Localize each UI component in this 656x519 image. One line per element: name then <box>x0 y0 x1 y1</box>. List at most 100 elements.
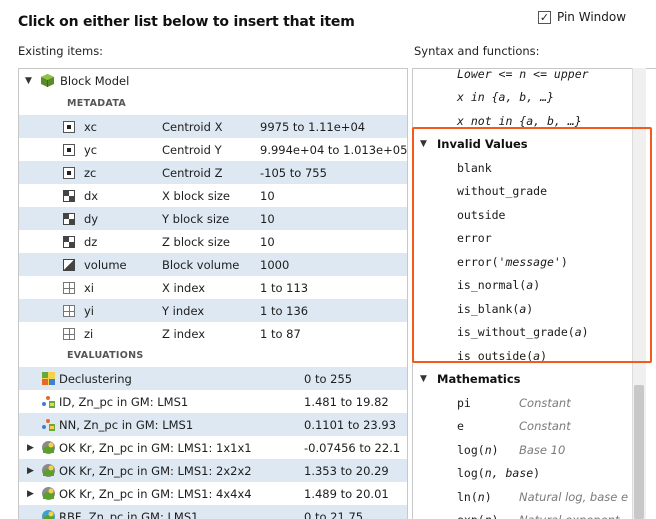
math-function-text: exp(n) <box>457 513 499 519</box>
metadata-item-4[interactable]: dy Y block size 10 <box>19 207 407 230</box>
expand-triangle-icon[interactable]: ▶ <box>27 443 34 453</box>
invalid-value-text: without_grade <box>457 184 548 199</box>
metadata-item-0[interactable]: xc Centroid X 9975 to 1.11e+04 <box>19 115 407 138</box>
evaluation-range: 0 to 21.75 <box>304 509 364 519</box>
math-function-text: log(n, base) <box>457 466 541 481</box>
evaluation-item-6[interactable]: RBF, Zn_pc in GM: LMS1 0 to 21.75 <box>19 505 407 519</box>
syntax-item-0[interactable]: Lower <= n <= upper <box>413 68 643 86</box>
idw-icon <box>41 394 56 409</box>
collapse-triangle-icon[interactable]: ▼ <box>25 76 32 86</box>
metadata-item-1[interactable]: yc Centroid Y 9.994e+04 to 1.013e+05 <box>19 138 407 161</box>
pin-window-checkbox[interactable]: ✓ <box>538 10 551 24</box>
invalid-value-text: error <box>457 231 492 246</box>
collapse-triangle-icon[interactable]: ▼ <box>420 374 427 384</box>
function-description: Constant <box>519 419 571 434</box>
invalid-value-item-4[interactable]: error('message') <box>413 250 643 274</box>
evaluation-item-3[interactable]: ▶ OK Kr, Zn_pc in GM: LMS1: 1x1x1 -0.07456… <box>19 436 407 459</box>
invalid-value-item-1[interactable]: without_grade <box>413 180 643 204</box>
metadata-desc: X block size <box>162 188 231 203</box>
math-function-item-0[interactable]: pi Constant <box>413 391 643 415</box>
metadata-name: dz <box>84 234 98 249</box>
metadata-header: METADATA <box>67 98 127 109</box>
index-icon <box>61 326 76 341</box>
metadata-name: yi <box>84 303 95 318</box>
metadata-range: -105 to 755 <box>260 165 327 180</box>
expand-triangle-icon[interactable]: ▶ <box>27 489 34 499</box>
metadata-item-7[interactable]: xi X index 1 to 113 <box>19 276 407 299</box>
invalid-value-item-8[interactable]: is_outside(a) <box>413 344 643 368</box>
metadata-range: 10 <box>260 211 275 226</box>
syntax-list-scroll-thumb[interactable] <box>634 385 644 519</box>
pin-window-toggle[interactable]: ✓ Pin Window <box>538 10 626 24</box>
evaluation-range: 1.489 to 20.01 <box>304 486 389 501</box>
function-description: Constant <box>519 395 571 410</box>
invalid-value-item-5[interactable]: is_normal(a) <box>413 274 643 298</box>
block-model-root[interactable]: ▼ Block Model <box>19 69 407 92</box>
evaluation-item-1[interactable]: ID, Zn_pc in GM: LMS1 1.481 to 19.82 <box>19 390 407 413</box>
metadata-desc: Y block size <box>162 211 230 226</box>
invalid-value-item-7[interactable]: is_without_grade(a) <box>413 321 643 345</box>
invalid-value-text: error('message') <box>457 254 568 269</box>
evaluation-name: OK Kr, Zn_pc in GM: LMS1: 4x4x4 <box>59 486 252 501</box>
metadata-name: zi <box>84 326 94 341</box>
invalid-value-text: outside <box>457 207 506 222</box>
evaluation-item-0[interactable]: Declustering 0 to 255 <box>19 367 407 390</box>
math-function-item-5[interactable]: exp(n) Natural exponent <box>413 509 643 519</box>
syntax-functions-list[interactable]: Lower <= n <= upper x in {a, b, …} x not i… <box>412 68 656 519</box>
invalid-value-text: is_without_grade(a) <box>457 325 589 340</box>
metadata-item-8[interactable]: yi Y index 1 to 136 <box>19 299 407 322</box>
metadata-desc: X index <box>162 280 205 295</box>
metadata-item-6[interactable]: volume Block volume 1000 <box>19 253 407 276</box>
metadata-name: zc <box>84 165 97 180</box>
metadata-range: 9975 to 1.11e+04 <box>260 119 366 134</box>
metadata-range: 1000 <box>260 257 290 272</box>
metadata-range: 1 to 136 <box>260 303 309 318</box>
evaluation-item-4[interactable]: ▶ OK Kr, Zn_pc in GM: LMS1: 2x2x2 1.353 to… <box>19 459 407 482</box>
declustering-icon <box>41 371 56 386</box>
invalid-value-item-3[interactable]: error <box>413 227 643 251</box>
evaluation-name: OK Kr, Zn_pc in GM: LMS1: 2x2x2 <box>59 463 252 478</box>
invalid-values-label: Invalid Values <box>437 137 528 152</box>
existing-items-list[interactable]: ▼ Block Model METADATA xc Centroid X 9975 … <box>18 68 408 519</box>
math-function-item-2[interactable]: log(n) Base 10 <box>413 438 643 462</box>
invalid-value-item-6[interactable]: is_blank(a) <box>413 297 643 321</box>
metadata-name: volume <box>84 257 127 272</box>
invalid-value-text: is_normal(a) <box>457 278 541 293</box>
evaluation-name: ID, Zn_pc in GM: LMS1 <box>59 394 189 409</box>
expand-triangle-icon[interactable]: ▶ <box>27 466 34 476</box>
metadata-item-3[interactable]: dx X block size 10 <box>19 184 407 207</box>
metadata-desc: Centroid Z <box>162 165 223 180</box>
metadata-desc: Centroid Y <box>162 142 222 157</box>
mathematics-header[interactable]: ▼ Mathematics <box>413 368 643 392</box>
metadata-item-9[interactable]: zi Z index 1 to 87 <box>19 322 407 345</box>
math-function-text: e <box>457 419 464 434</box>
invalid-values-header[interactable]: ▼ Invalid Values <box>413 133 643 157</box>
invalid-value-item-2[interactable]: outside <box>413 203 643 227</box>
rbf-icon <box>41 509 56 519</box>
math-function-item-4[interactable]: ln(n) Natural log, base e <box>413 485 643 509</box>
math-function-text: pi <box>457 395 471 410</box>
existing-items-label: Existing items: <box>18 44 104 58</box>
syntax-text: Lower <= n <= upper <box>457 68 589 81</box>
volume-icon <box>61 257 76 272</box>
metadata-item-5[interactable]: dz Z block size 10 <box>19 230 407 253</box>
metadata-name: yc <box>84 142 98 157</box>
metadata-desc: Y index <box>162 303 205 318</box>
evaluation-item-5[interactable]: ▶ OK Kr, Zn_pc in GM: LMS1: 4x4x4 1.489 to… <box>19 482 407 505</box>
block-model-label: Block Model <box>60 73 130 88</box>
syntax-item-1[interactable]: x in {a, b, …} <box>413 86 643 110</box>
collapse-triangle-icon[interactable]: ▼ <box>420 139 427 149</box>
invalid-value-item-0[interactable]: blank <box>413 156 643 180</box>
index-icon <box>61 280 76 295</box>
centroid-icon <box>61 165 76 180</box>
evaluation-item-2[interactable]: NN, Zn_pc in GM: LMS1 0.1101 to 23.93 <box>19 413 407 436</box>
evaluation-range: 1.353 to 20.29 <box>304 463 389 478</box>
math-function-item-1[interactable]: e Constant <box>413 415 643 439</box>
syntax-item-2[interactable]: x not in {a, b, …} <box>413 109 643 133</box>
centroid-icon <box>61 119 76 134</box>
math-function-text: log(n) <box>457 442 499 457</box>
invalid-value-text: blank <box>457 160 492 175</box>
metadata-item-2[interactable]: zc Centroid Z -105 to 755 <box>19 161 407 184</box>
function-description: Base 10 <box>519 442 566 457</box>
math-function-item-3[interactable]: log(n, base) <box>413 462 643 486</box>
